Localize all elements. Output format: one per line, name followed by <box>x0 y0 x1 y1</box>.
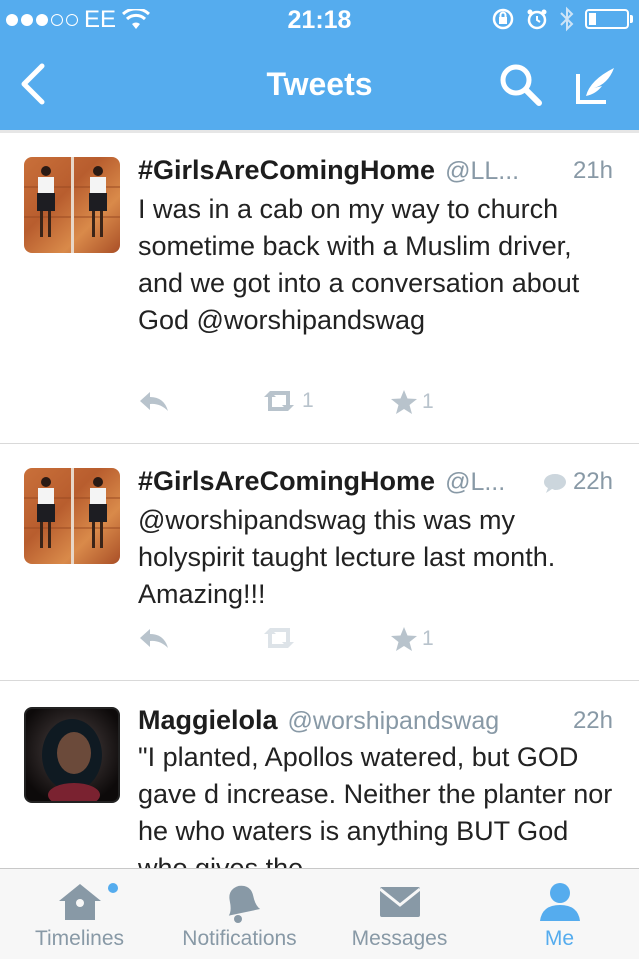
avatar[interactable] <box>24 157 120 253</box>
avatar-image <box>42 719 102 801</box>
tab-label: Me <box>544 927 575 950</box>
favorite-count: 1 <box>422 627 434 650</box>
battery-icon <box>585 9 633 29</box>
tab-timelines[interactable]: Timelines <box>0 869 159 959</box>
tweet-time: 22h <box>572 468 613 495</box>
retweet-button[interactable] <box>260 626 302 650</box>
status-indicators <box>491 6 633 32</box>
tweet-author[interactable]: #GirlsAreComingHome @L... <box>138 466 505 497</box>
retweet-count: 1 <box>302 389 314 412</box>
retweet-button[interactable]: 1 <box>260 389 314 413</box>
tab-label: Messages <box>351 927 448 950</box>
retweet-icon <box>264 628 294 648</box>
reply-icon <box>140 392 168 411</box>
bluetooth-icon <box>560 6 574 32</box>
retweet-icon <box>264 391 294 411</box>
star-icon <box>391 627 417 651</box>
author-handle: @LL... <box>445 157 520 185</box>
author-handle: @L... <box>445 468 506 496</box>
tweet-item[interactable]: Maggielola @worshipandswag 22h "I planted… <box>0 681 639 869</box>
tab-messages[interactable]: Messages <box>320 869 479 959</box>
tweet-time: 21h <box>572 157 613 184</box>
reply-button[interactable] <box>138 389 170 413</box>
tab-me[interactable]: Me <box>480 869 639 959</box>
status-bar: EE 21:18 <box>0 0 639 40</box>
reply-icon <box>140 629 168 648</box>
author-name: #GirlsAreComingHome <box>138 466 436 496</box>
avatar-image <box>24 157 120 253</box>
compose-icon[interactable] <box>572 62 618 108</box>
favorite-button[interactable]: 1 <box>390 389 434 415</box>
tab-bar: Timelines Notifications Messages Me <box>0 868 639 959</box>
tweet-text: I was in a cab on my way to church somet… <box>138 194 580 335</box>
alarm-icon <box>527 9 547 30</box>
tweet-text: @worshipandswag this was my holyspirit t… <box>138 505 556 609</box>
favorite-count: 1 <box>422 390 434 413</box>
nav-bar: Tweets <box>0 40 639 130</box>
tweet-time: 22h <box>572 707 613 734</box>
avatar[interactable] <box>24 468 120 564</box>
favorite-button[interactable]: 1 <box>390 626 434 652</box>
header: EE 21:18 Tweets <box>0 0 639 130</box>
author-handle: @worshipandswag <box>287 707 500 735</box>
tweet-item[interactable]: #GirlsAreComingHome @LL... 21h I was in a… <box>0 133 639 444</box>
envelope-icon <box>378 887 421 917</box>
author-name: #GirlsAreComingHome <box>138 155 436 185</box>
tweet-actions: 1 1 <box>138 389 458 419</box>
tab-notifications[interactable]: Notifications <box>160 869 319 959</box>
tweet-time-wrap: 22h <box>543 468 613 496</box>
new-content-dot <box>108 883 118 893</box>
author-name: Maggielola <box>138 705 278 735</box>
tweet-actions: 1 <box>138 626 458 656</box>
reply-button[interactable] <box>138 626 170 650</box>
rotation-lock-icon <box>492 8 514 30</box>
tab-label: Notifications <box>182 927 297 950</box>
home-icon <box>58 884 101 920</box>
avatar-image <box>24 468 120 564</box>
bell-icon <box>228 885 260 923</box>
person-icon <box>539 883 580 921</box>
star-icon <box>391 390 417 414</box>
tweet-item[interactable]: #GirlsAreComingHome @L... 22h @worshipand… <box>0 444 639 681</box>
tweet-author[interactable]: #GirlsAreComingHome @LL... <box>138 155 519 186</box>
tab-label: Timelines <box>34 927 125 950</box>
avatar[interactable] <box>24 707 120 803</box>
search-icon[interactable] <box>498 62 544 108</box>
tweet-text: "I planted, Apollos watered, but GOD gav… <box>138 742 613 869</box>
tweet-author[interactable]: Maggielola @worshipandswag <box>138 705 499 736</box>
conversation-icon <box>543 473 566 493</box>
